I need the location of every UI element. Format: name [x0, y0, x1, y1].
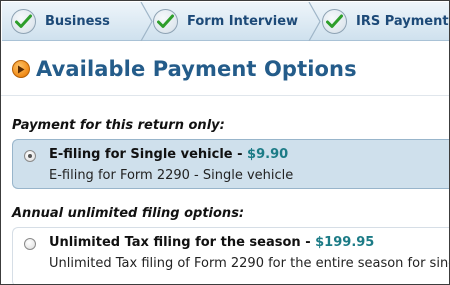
checkmark-icon	[11, 9, 36, 34]
option-description: E-filing for Form 2290 - Single vehicle	[49, 168, 294, 183]
checkmark-icon	[153, 9, 178, 34]
wizard-breadcrumb: Business Form Interview IRS Payment	[2, 2, 449, 41]
option-name: Unlimited Tax filing for the season	[49, 235, 301, 250]
radio-button[interactable]	[24, 238, 36, 250]
option-title: Unlimited Tax filing for the season - $1…	[49, 235, 374, 250]
checkmark-icon	[322, 9, 347, 34]
option-price: $9.90	[247, 147, 289, 162]
chevron-right-icon	[308, 2, 321, 41]
step-form-interview[interactable]: Form Interview	[153, 2, 298, 41]
option-separator: -	[232, 147, 248, 162]
option-name: E-filing for Single vehicle	[49, 147, 233, 162]
step-business[interactable]: Business	[11, 2, 110, 41]
step-label: IRS Payment	[356, 14, 449, 29]
option-separator: -	[300, 235, 316, 250]
step-irs-payment[interactable]: IRS Payment	[322, 2, 449, 41]
section-label: Payment for this return only:	[12, 118, 225, 133]
app-window: Business Form Interview IRS Payment Avai…	[0, 0, 450, 285]
page-title: Available Payment Options	[36, 57, 357, 81]
payment-option-unlimited[interactable]: Unlimited Tax filing for the season - $1…	[12, 227, 450, 284]
step-label: Business	[45, 14, 110, 29]
step-label: Form Interview	[187, 14, 299, 29]
section-label: Annual unlimited filing options:	[12, 206, 245, 221]
radio-button[interactable]	[24, 150, 36, 162]
play-icon	[12, 60, 30, 78]
payment-option-single-vehicle[interactable]: E-filing for Single vehicle - $9.90 E-fi…	[12, 139, 449, 189]
page-header: Available Payment Options	[12, 57, 357, 81]
option-price: $199.95	[315, 235, 375, 250]
divider	[1, 95, 449, 96]
option-title: E-filing for Single vehicle - $9.90	[49, 147, 288, 162]
option-description: Unlimited Tax filing of Form 2290 for th…	[49, 256, 450, 271]
chevron-right-icon	[140, 2, 153, 41]
